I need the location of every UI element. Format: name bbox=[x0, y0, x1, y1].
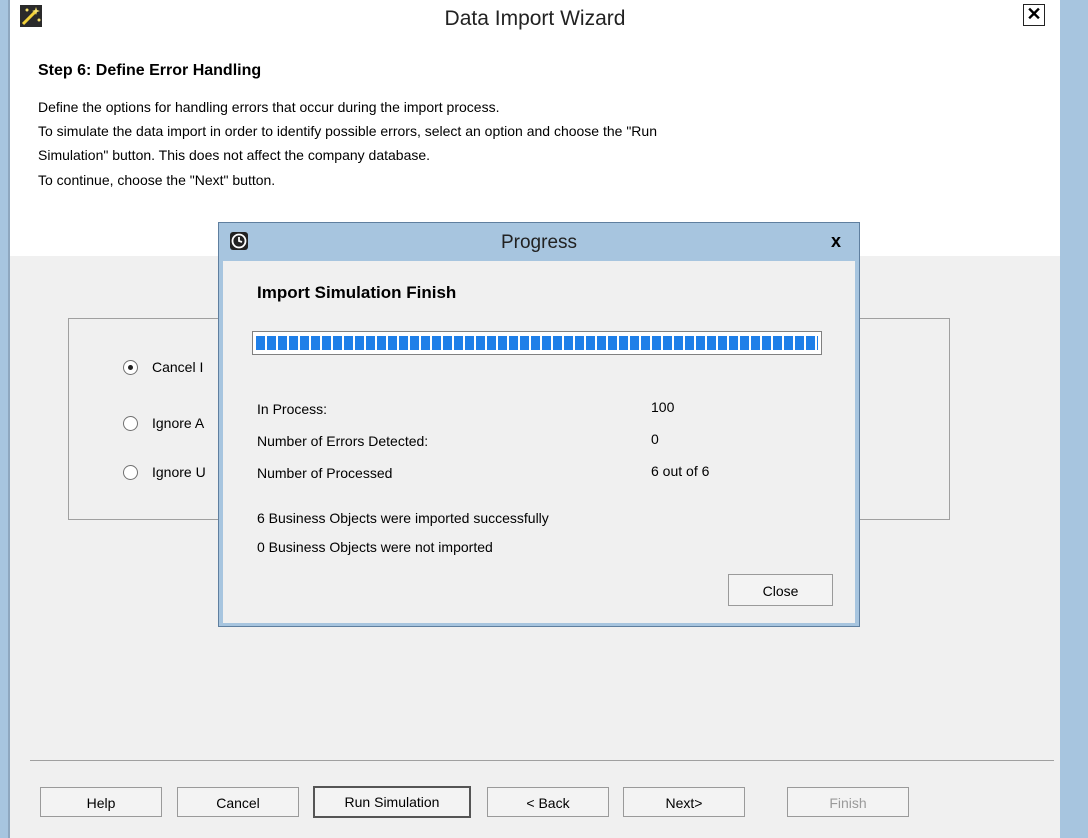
radio-label: Ignore U bbox=[152, 464, 206, 480]
progress-dialog: Progress x Import Simulation Finish In P… bbox=[218, 222, 860, 627]
description-line: Define the options for handling errors t… bbox=[38, 99, 500, 115]
radio-ignore-all-option[interactable] bbox=[123, 416, 138, 431]
footer-divider bbox=[30, 760, 1054, 761]
stat-value: 6 out of 6 bbox=[651, 463, 710, 479]
close-icon[interactable]: x bbox=[825, 230, 847, 252]
progress-bar-fill bbox=[256, 336, 818, 350]
stat-label: In Process: bbox=[257, 401, 328, 417]
stat-value: 100 bbox=[651, 399, 675, 415]
description-line: To simulate the data import in order to … bbox=[38, 123, 657, 139]
radio-label: Cancel I bbox=[152, 359, 204, 375]
radio-cancel-option[interactable] bbox=[123, 360, 138, 375]
stat-value: 0 bbox=[651, 431, 659, 447]
progress-bar bbox=[252, 331, 822, 355]
wizard-titlebar[interactable]: Data Import Wizard ✕ bbox=[10, 0, 1060, 30]
dialog-title: Progress bbox=[500, 232, 578, 253]
radio-label: Ignore A bbox=[152, 415, 205, 431]
close-icon[interactable]: ✕ bbox=[1023, 4, 1045, 26]
window-title: Data Import Wizard bbox=[444, 7, 626, 30]
stat-label: Number of Errors Detected: bbox=[257, 433, 429, 449]
stat-label: Number of Processed bbox=[257, 465, 393, 481]
result-message: 6 Business Objects were imported success… bbox=[257, 510, 549, 526]
run-simulation-button[interactable]: Run Simulation bbox=[313, 786, 471, 818]
progress-heading: Import Simulation Finish bbox=[257, 283, 457, 302]
step-title: Step 6: Define Error Handling bbox=[38, 62, 262, 79]
result-message: 0 Business Objects were not imported bbox=[257, 539, 493, 555]
progress-dialog-body: Import Simulation Finish In Process: 100… bbox=[223, 261, 855, 623]
back-button[interactable]: < Back bbox=[487, 787, 609, 817]
finish-button: Finish bbox=[787, 787, 909, 817]
description-line: Simulation" button. This does not affect… bbox=[38, 147, 431, 163]
description-line: To continue, choose the "Next" button. bbox=[38, 172, 276, 188]
help-button[interactable]: Help bbox=[40, 787, 162, 817]
radio-ignore-option[interactable] bbox=[123, 465, 138, 480]
next-button[interactable]: Next> bbox=[623, 787, 745, 817]
cancel-button[interactable]: Cancel bbox=[177, 787, 299, 817]
close-button[interactable]: Close bbox=[728, 574, 833, 606]
